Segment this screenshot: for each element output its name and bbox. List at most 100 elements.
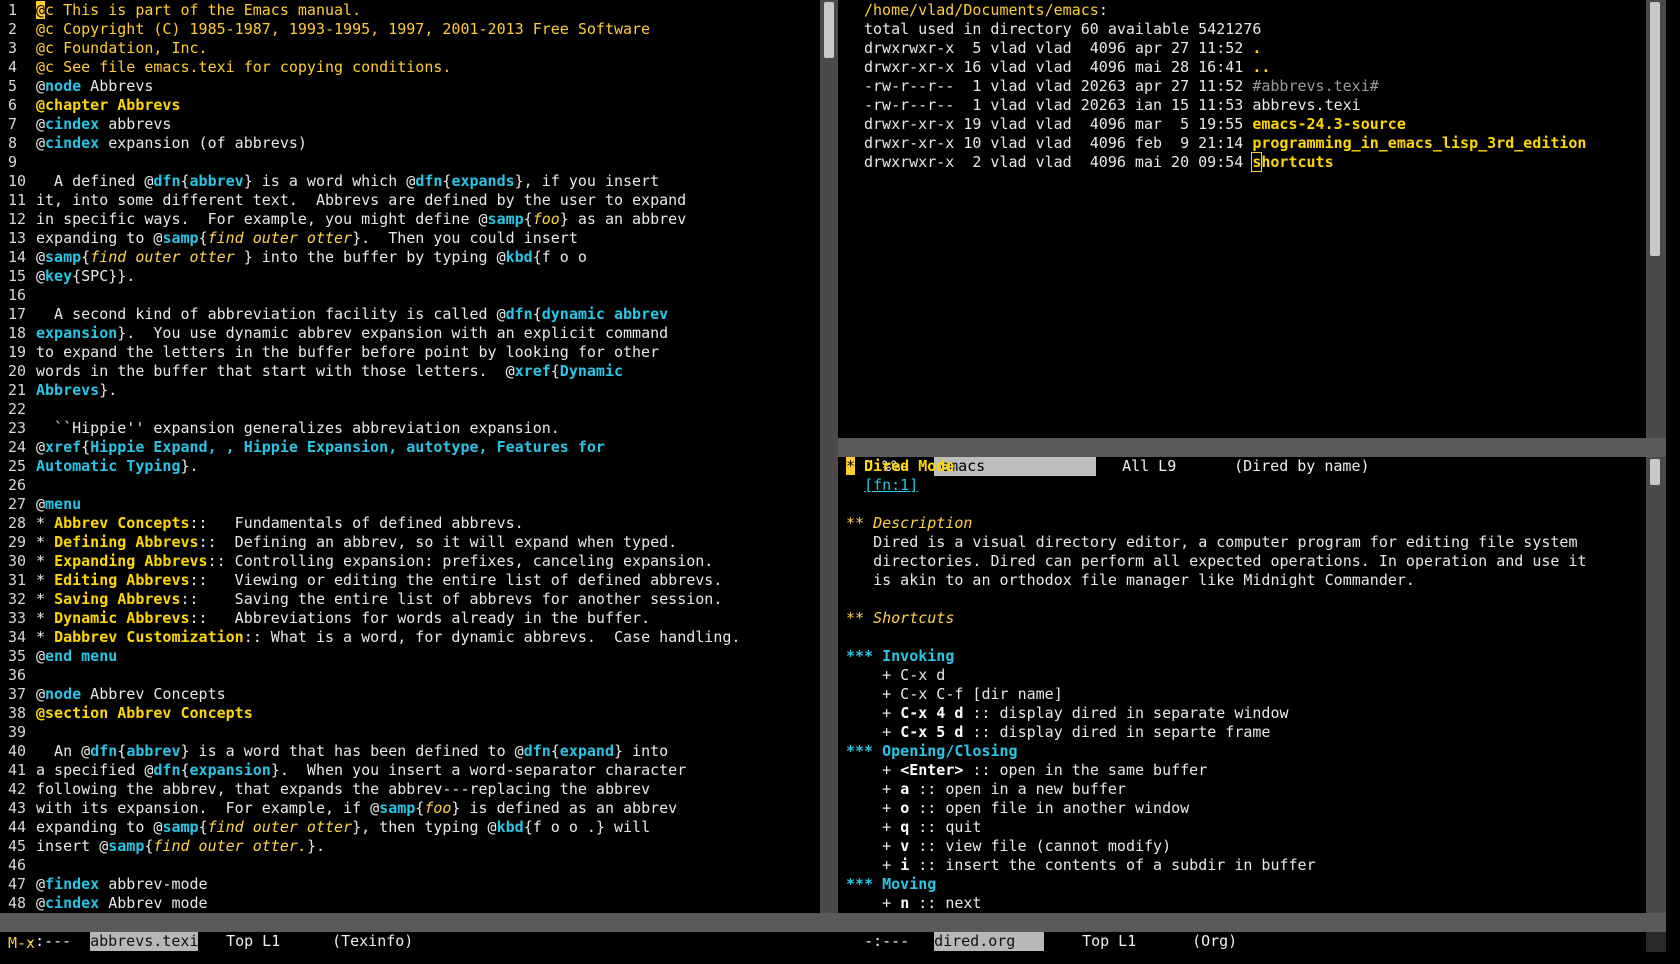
org-line[interactable]: + i :: insert the contents of a subdir i… xyxy=(846,856,1587,875)
buffer-line[interactable]: 48 @cindex Abbrev mode xyxy=(8,894,740,913)
buffer-line[interactable]: 20 words in the buffer that start with th… xyxy=(8,362,740,381)
buffer-line[interactable]: 46 xyxy=(8,856,740,875)
buffer-line[interactable]: 2 @c Copyright (C) 1985-1987, 1993-1995, … xyxy=(8,20,740,39)
dired-entry[interactable]: drwxr-xr-x 19 vlad vlad 4096 mar 5 19:55… xyxy=(864,115,1586,134)
buffer-line[interactable]: 37 @node Abbrev Concepts xyxy=(8,685,740,704)
dired-entry[interactable]: -rw-r--r-- 1 vlad vlad 20263 apr 27 11:5… xyxy=(864,77,1586,96)
org-line[interactable]: + C-x 4 d :: display dired in separate w… xyxy=(846,704,1587,723)
minibuffer-prompt[interactable]: M-x xyxy=(8,934,35,953)
buffer-line[interactable]: 40 An @dfn{abbrev} is a word that has be… xyxy=(8,742,740,761)
buffer-line[interactable]: 41 a specified @dfn{expansion}. When you … xyxy=(8,761,740,780)
dired-mode-line[interactable]: U:%%- emacs All L9 (Dired by name) xyxy=(838,438,1666,476)
buffer-line[interactable]: 24 @xref{Hippie Expand, , Hippie Expansio… xyxy=(8,438,740,457)
buffer-line[interactable]: 32 * Saving Abbrevs:: Saving the entire l… xyxy=(8,590,740,609)
buffer-line[interactable]: 36 xyxy=(8,666,740,685)
dired-scrollbar-thumb[interactable] xyxy=(1650,2,1660,256)
org-mode-line[interactable]: -:--- dired.org Top L1 (Org) xyxy=(838,913,1666,951)
dired-listing[interactable]: /home/vlad/Documents/emacs: total used in… xyxy=(864,1,1586,172)
org-line[interactable] xyxy=(846,628,1587,647)
buffer-line[interactable]: 25 Automatic Typing}. xyxy=(8,457,740,476)
org-line[interactable]: *** Invoking xyxy=(846,647,1587,666)
org-line[interactable]: * Dired Mode xyxy=(846,457,1587,476)
buffer-line[interactable]: 11 it, into some different text. Abbrevs … xyxy=(8,191,740,210)
texinfo-mode-line[interactable]: -:--- abbrevs.texi Top L1 (Texinfo) xyxy=(0,913,838,951)
org-line[interactable] xyxy=(846,495,1587,514)
buffer-line[interactable]: 28 * Abbrev Concepts:: Fundamentals of de… xyxy=(8,514,740,533)
buffer-line[interactable]: 19 to expand the letters in the buffer be… xyxy=(8,343,740,362)
org-line[interactable]: + <Enter> :: open in the same buffer xyxy=(846,761,1587,780)
buffer-line[interactable]: 38 @section Abbrev Concepts xyxy=(8,704,740,723)
buffer-line[interactable]: 27 @menu xyxy=(8,495,740,514)
buffer-line[interactable]: 22 xyxy=(8,400,740,419)
buffer-line[interactable]: 23 ``Hippie'' expansion generalizes abbr… xyxy=(8,419,740,438)
buffer-line[interactable]: 12 in specific ways. For example, you mig… xyxy=(8,210,740,229)
org-line[interactable]: + C-x d xyxy=(846,666,1587,685)
org-line[interactable]: ** Shortcuts xyxy=(846,609,1587,628)
dired-entry[interactable]: drwxrwxr-x 5 vlad vlad 4096 apr 27 11:52… xyxy=(864,39,1586,58)
buffer-line[interactable]: 29 * Defining Abbrevs:: Defining an abbre… xyxy=(8,533,740,552)
org-line[interactable]: directories. Dired can perform all expec… xyxy=(846,552,1586,571)
buffer-line[interactable]: 3 @c Foundation, Inc. xyxy=(8,39,740,58)
org-line[interactable]: *** Opening/Closing xyxy=(846,742,1587,761)
buffer-line[interactable]: 17 A second kind of abbreviation facilit… xyxy=(8,305,740,324)
org-buffer-text[interactable]: * Dired Mode [fn:1] ** Description Dired … xyxy=(846,457,1587,913)
org-line[interactable]: is akin to an orthodox file manager like… xyxy=(846,571,1587,590)
org-line[interactable]: *** Moving xyxy=(846,875,1587,894)
buffer-line[interactable]: 1 @c This is part of the Emacs manual. xyxy=(8,1,740,20)
org-line[interactable]: + C-x 5 d :: display dired in separte fr… xyxy=(846,723,1587,742)
texinfo-window[interactable]: 1 @c This is part of the Emacs manual. 2 @c… xyxy=(0,1,820,913)
buffer-line[interactable]: 7 @cindex abbrevs xyxy=(8,115,740,134)
org-line[interactable]: [fn:1] xyxy=(846,476,1587,495)
buffer-line[interactable]: 47 @findex abbrev-mode xyxy=(8,875,740,894)
org-line[interactable] xyxy=(846,590,1587,609)
dired-total[interactable]: total used in directory 60 available 542… xyxy=(864,20,1586,39)
dired-entry[interactable]: drwxrwxr-x 2 vlad vlad 4096 mai 20 09:54… xyxy=(864,152,1586,172)
org-scrollbar-thumb[interactable] xyxy=(1650,459,1660,485)
buffer-line[interactable]: 39 xyxy=(8,723,740,742)
buffer-line[interactable]: 5 @node Abbrevs xyxy=(8,77,740,96)
buffer-line[interactable]: 42 following the abbrev, that expands the… xyxy=(8,780,740,799)
buffer-line[interactable]: 18 expansion}. You use dynamic abbrev exp… xyxy=(8,324,740,343)
dired-entry[interactable]: drwxr-xr-x 16 vlad vlad 4096 mai 28 16:4… xyxy=(864,58,1586,77)
org-line[interactable]: + C-x C-f [dir name] xyxy=(846,685,1587,704)
org-line[interactable]: + n :: next xyxy=(846,894,1587,913)
texinfo-buffer-text[interactable]: 1 @c This is part of the Emacs manual. 2 @c… xyxy=(8,1,740,913)
buffer-line[interactable]: 10 A defined @dfn{abbrev} is a word whic… xyxy=(8,172,740,191)
left-scrollbar-thumb[interactable] xyxy=(824,2,834,58)
org-line[interactable]: + q :: quit xyxy=(846,818,1587,837)
dired-entry[interactable]: -rw-r--r-- 1 vlad vlad 20263 ian 15 11:5… xyxy=(864,96,1586,115)
buffer-line[interactable]: 21 Abbrevs}. xyxy=(8,381,740,400)
org-scrollbar[interactable] xyxy=(1646,457,1666,913)
buffer-line[interactable]: 8 @cindex expansion (of abbrevs) xyxy=(8,134,740,153)
buffer-line[interactable]: 6 @chapter Abbrevs xyxy=(8,96,740,115)
dired-scrollbar[interactable] xyxy=(1646,0,1666,438)
buffer-line[interactable]: 34 * Dabbrev Customization:: What is a wo… xyxy=(8,628,740,647)
dired-window[interactable]: /home/vlad/Documents/emacs: total used in… xyxy=(838,1,1646,438)
buffer-line[interactable]: 44 expanding to @samp{find outer otter}, … xyxy=(8,818,740,837)
buffer-line[interactable]: 30 * Expanding Abbrevs:: Controlling expa… xyxy=(8,552,740,571)
line-number: 39 xyxy=(8,723,27,741)
texinfo-modeline-buffer[interactable]: abbrevs.texi xyxy=(90,932,198,951)
buffer-line[interactable]: 16 xyxy=(8,286,740,305)
dired-entry[interactable]: drwxr-xr-x 10 vlad vlad 4096 feb 9 21:14… xyxy=(864,134,1586,153)
buffer-line[interactable]: 43 with its expansion. For example, if @s… xyxy=(8,799,740,818)
buffer-line[interactable]: 4 @c See file emacs.texi for copying cond… xyxy=(8,58,740,77)
buffer-line[interactable]: 45 insert @samp{find outer otter.}. xyxy=(8,837,740,856)
dired-header[interactable]: /home/vlad/Documents/emacs: xyxy=(864,1,1586,20)
org-modeline-buffer[interactable]: dired.org xyxy=(934,932,1045,951)
buffer-line[interactable]: 31 * Editing Abbrevs:: Viewing or editing… xyxy=(8,571,740,590)
buffer-line[interactable]: 13 expanding to @samp{find outer otter}. … xyxy=(8,229,740,248)
buffer-line[interactable]: 35 @end menu xyxy=(8,647,740,666)
org-line[interactable]: Dired is a visual directory editor, a co… xyxy=(846,533,1587,552)
buffer-line[interactable]: 26 xyxy=(8,476,740,495)
buffer-line[interactable]: 14 @samp{find outer otter } into the buff… xyxy=(8,248,740,267)
org-line[interactable]: + v :: view file (cannot modify) xyxy=(846,837,1587,856)
buffer-line[interactable]: 9 xyxy=(8,153,740,172)
buffer-line[interactable]: 33 * Dynamic Abbrevs:: Abbreviations for … xyxy=(8,609,740,628)
org-line[interactable]: ** Description xyxy=(846,514,1587,533)
org-line[interactable]: + a :: open in a new buffer xyxy=(846,780,1587,799)
org-window[interactable]: * Dired Mode [fn:1] ** Description Dired … xyxy=(838,457,1646,913)
buffer-line[interactable]: 15 @key{SPC}}. xyxy=(8,267,740,286)
org-line[interactable]: + o :: open file in another window xyxy=(846,799,1587,818)
left-scrollbar[interactable] xyxy=(820,0,838,913)
